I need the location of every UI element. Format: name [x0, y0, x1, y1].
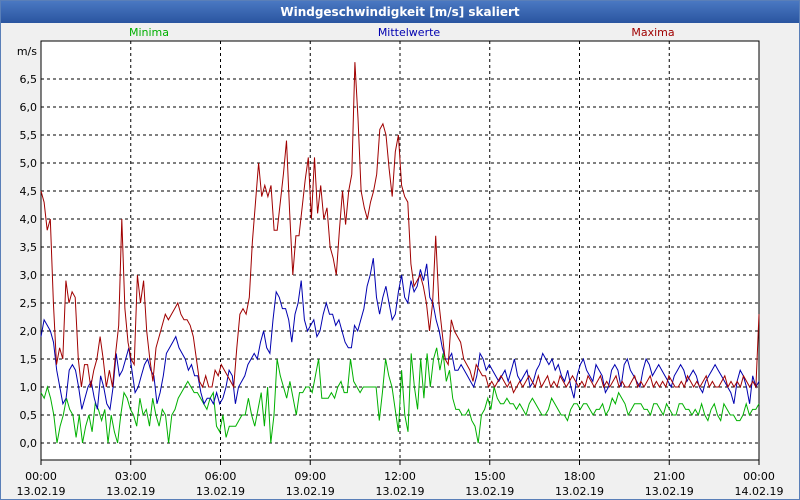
- y-tick-label: 5,0: [20, 157, 38, 170]
- x-tick-time: 21:00: [653, 470, 685, 483]
- x-tick-time: 15:00: [474, 470, 506, 483]
- y-tick-label: 1,5: [20, 353, 38, 366]
- y-tick-label: 4,0: [20, 213, 38, 226]
- x-tick-date: 13.02.19: [645, 485, 694, 498]
- x-tick-date: 13.02.19: [196, 485, 245, 498]
- y-axis-label: m/s: [17, 45, 37, 58]
- legend-maxima: Maxima: [631, 26, 674, 39]
- x-tick-date: 13.02.19: [286, 485, 335, 498]
- y-tick-label: 1,0: [20, 381, 38, 394]
- wind-speed-chart: 0,0 0,5 1,0 1,5 2,0 2,5 3,0 3,5 4,0 4,5 5,0 5,5 6,0 6…: [17, 26, 784, 498]
- y-tick-label: 6,5: [20, 73, 38, 86]
- y-tick-label: 3,0: [20, 269, 38, 282]
- x-tick-time: 00:00: [25, 470, 57, 483]
- y-tick-label: 5,5: [20, 129, 38, 142]
- y-tick-label: 6,0: [20, 101, 38, 114]
- y-tick-label: 3,5: [20, 241, 38, 254]
- x-tick-date: 13.02.19: [465, 485, 514, 498]
- y-tick-label: 2,5: [20, 297, 38, 310]
- x-tick-time: 03:00: [115, 470, 147, 483]
- y-tick-label: 4,5: [20, 185, 38, 198]
- legend-mittelwerte: Mittelwerte: [378, 26, 441, 39]
- x-tick-date: 13.02.19: [17, 485, 66, 498]
- x-tick-time: 06:00: [205, 470, 237, 483]
- legend-minima: Minima: [129, 26, 169, 39]
- x-tick-time: 09:00: [294, 470, 326, 483]
- x-tick-date: 13.02.19: [106, 485, 155, 498]
- chart-window: Windgeschwindigkeit [m/s] skaliert 0,0 0,…: [0, 0, 800, 500]
- x-tick-time: 00:00: [743, 470, 775, 483]
- x-tick-time: 18:00: [564, 470, 596, 483]
- y-tick-label: 2,0: [20, 325, 38, 338]
- x-tick-time: 12:00: [384, 470, 416, 483]
- x-tick-date: 13.02.19: [376, 485, 425, 498]
- y-tick-label: 0,5: [20, 409, 38, 422]
- x-tick-date: 13.02.19: [555, 485, 604, 498]
- x-tick-date: 14.02.19: [735, 485, 784, 498]
- y-tick-label: 0,0: [20, 437, 38, 450]
